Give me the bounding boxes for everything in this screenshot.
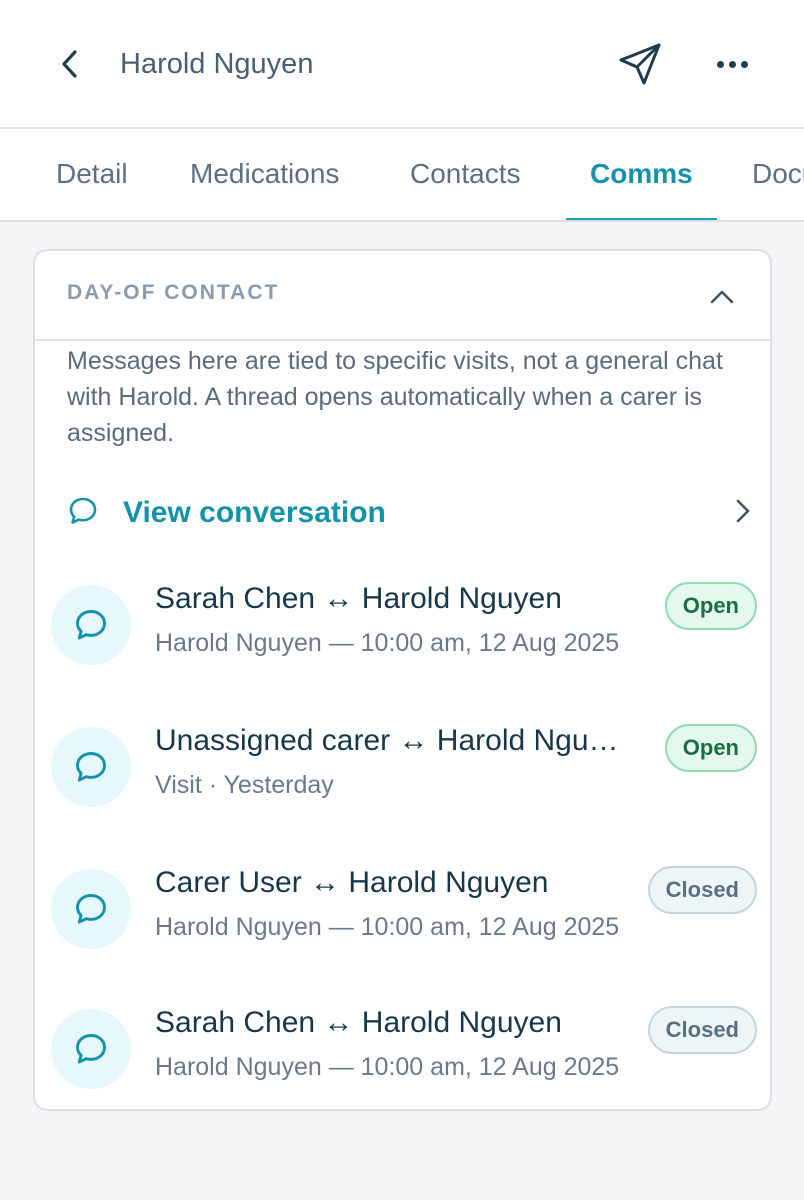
status-badge: Open xyxy=(664,582,757,630)
thread-row[interactable]: Sarah Chen ↔ Harold Nguyen Harold Nguyen… xyxy=(49,569,759,679)
tab-bar: Detail Medications Contacts Comms Docume… xyxy=(0,129,804,222)
send-icon xyxy=(619,43,661,85)
chat-bubble-icon xyxy=(76,610,106,640)
thread-subtitle: Harold Nguyen — 10:00 am, 12 Aug 2025 xyxy=(155,1053,620,1081)
thread-avatar xyxy=(51,727,131,807)
thread-avatar xyxy=(51,1009,131,1089)
chat-bubble-icon xyxy=(69,497,97,524)
thread-title: Carer User ↔ Harold Nguyen xyxy=(155,866,549,899)
chevron-left-icon xyxy=(62,50,77,78)
status-badge: Closed xyxy=(647,1006,757,1054)
chat-bubble-icon xyxy=(76,752,106,782)
thread-subtitle: Visit · Yesterday xyxy=(155,771,334,799)
chevron-right-icon xyxy=(736,499,750,523)
thread-avatar xyxy=(51,585,131,665)
status-badge: Open xyxy=(664,724,757,772)
collapse-button[interactable] xyxy=(702,277,742,317)
card-header: DAY-OF CONTACT xyxy=(35,251,770,341)
thread-row[interactable]: Sarah Chen ↔ Harold Nguyen Harold Nguyen… xyxy=(49,993,759,1103)
status-badge: Closed xyxy=(647,866,757,914)
thread-title: Unassigned carer ↔ Harold Nguyen xyxy=(155,724,629,757)
chat-bubble-icon xyxy=(76,1034,106,1064)
send-button[interactable] xyxy=(612,38,668,90)
back-button[interactable] xyxy=(50,40,90,88)
tab-comms[interactable]: Comms xyxy=(566,129,717,220)
thread-title: Sarah Chen ↔ Harold Nguyen xyxy=(155,582,562,615)
more-horizontal-icon xyxy=(716,60,724,68)
view-conversation-label: View conversation xyxy=(123,496,386,529)
thread-title: Sarah Chen ↔ Harold Nguyen xyxy=(155,1006,562,1039)
tab-detail[interactable]: Detail xyxy=(56,129,128,220)
thread-subtitle: Harold Nguyen — 10:00 am, 12 Aug 2025 xyxy=(155,913,620,941)
page-title: Harold Nguyen xyxy=(120,48,314,80)
tab-contacts[interactable]: Contacts xyxy=(410,129,521,220)
thread-subtitle: Harold Nguyen — 10:00 am, 12 Aug 2025 xyxy=(155,629,620,657)
day-of-contact-card: DAY-OF CONTACT Messages here are tied to… xyxy=(33,249,772,1111)
thread-avatar xyxy=(51,869,131,949)
tab-documents[interactable]: Documents xyxy=(752,129,804,220)
section-label: DAY-OF CONTACT xyxy=(67,281,280,304)
thread-row[interactable]: Unassigned carer ↔ Harold Nguyen Visit ·… xyxy=(49,711,759,821)
section-description: Messages here are tied to specific visit… xyxy=(67,347,723,447)
chevron-up-icon xyxy=(710,290,734,304)
view-conversation-link[interactable]: View conversation xyxy=(63,487,753,539)
chat-bubble-icon xyxy=(76,894,106,924)
more-options-button[interactable] xyxy=(706,38,758,90)
tab-medications[interactable]: Medications xyxy=(190,129,339,220)
top-app-bar: Harold Nguyen xyxy=(0,0,804,129)
thread-row[interactable]: Carer User ↔ Harold Nguyen Harold Nguyen… xyxy=(49,853,759,963)
